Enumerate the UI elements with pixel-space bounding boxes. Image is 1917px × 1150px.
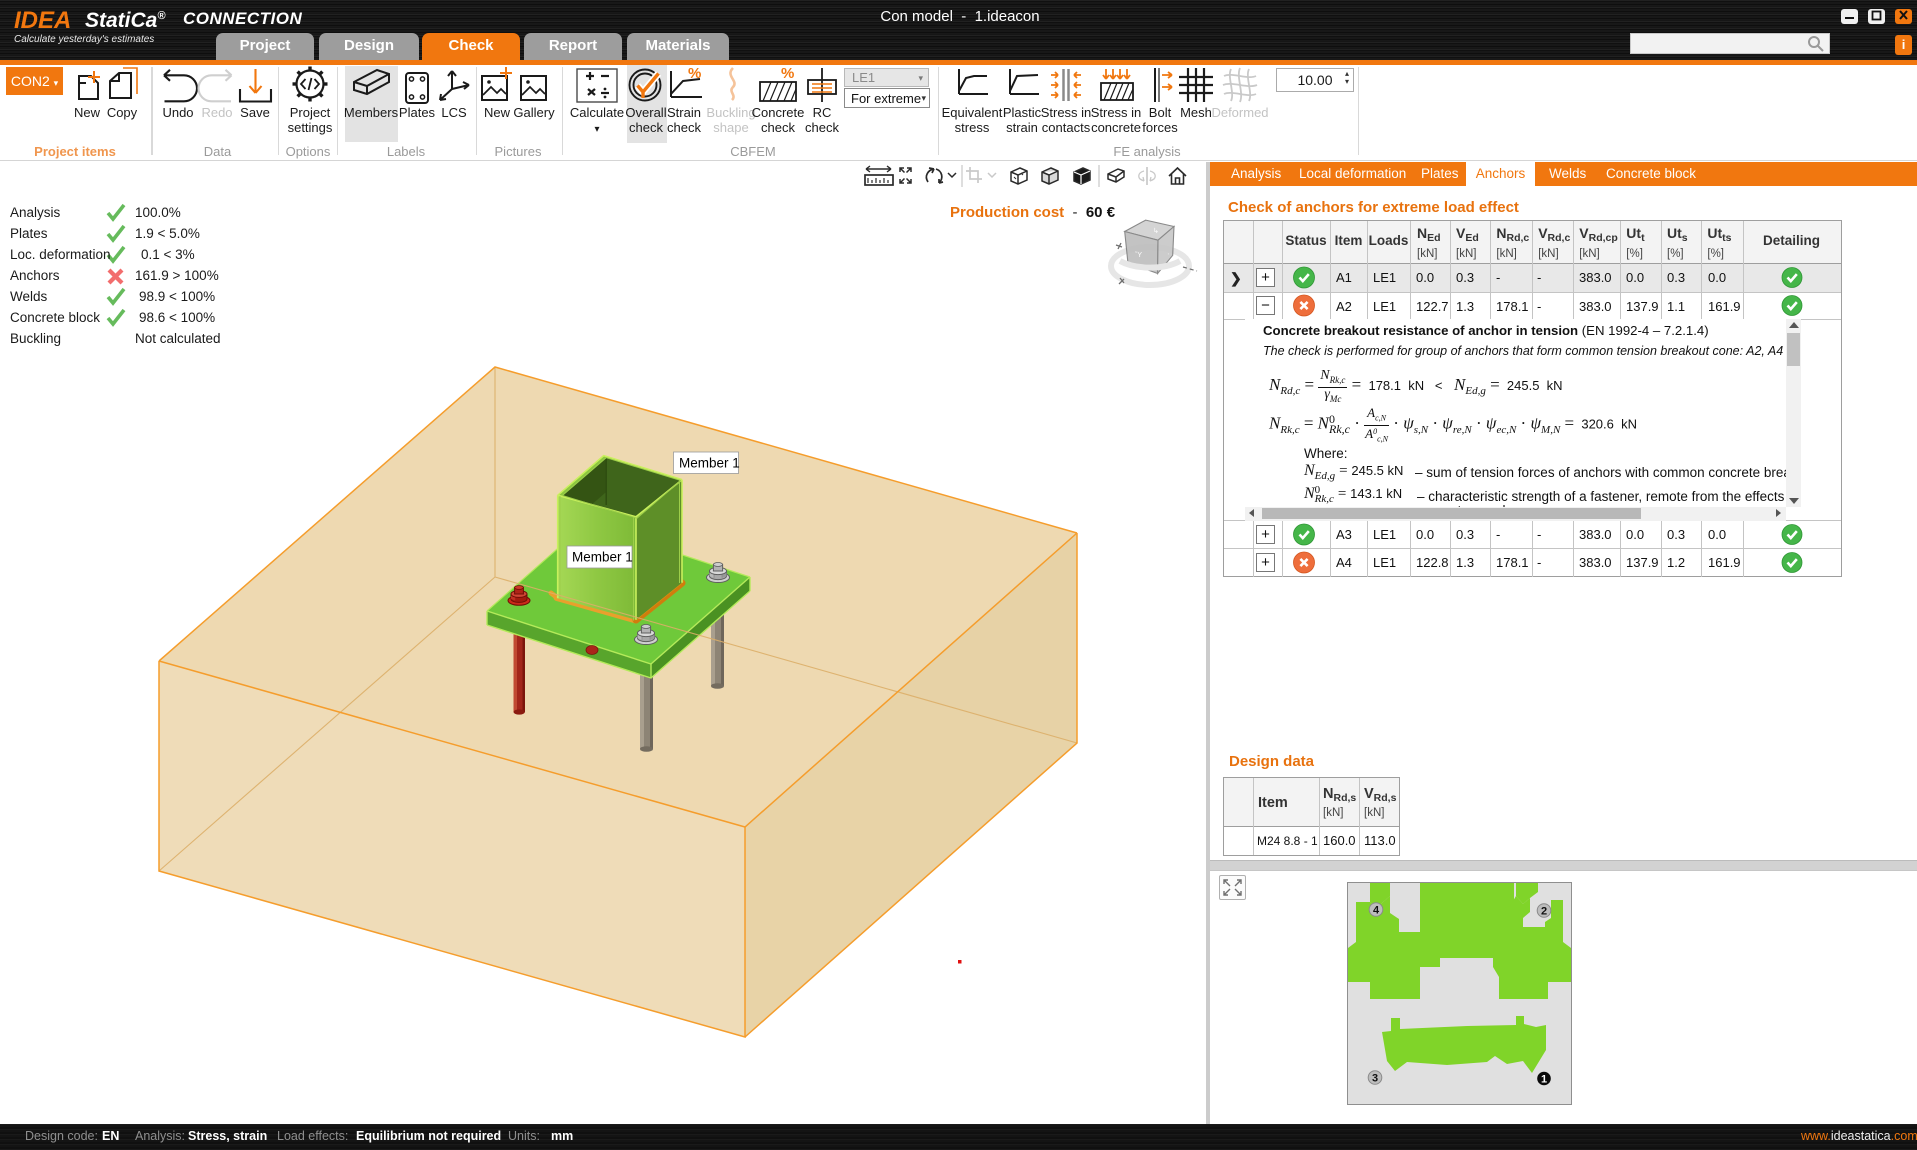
svg-text:1: 1 <box>1541 1074 1547 1086</box>
svg-text:ˌ: ˌ <box>1167 248 1169 255</box>
svg-text:4: 4 <box>1373 905 1380 917</box>
svg-text:↳: ↳ <box>1153 227 1159 235</box>
svg-text:3: 3 <box>1372 1073 1378 1085</box>
svg-text:%: % <box>688 65 701 82</box>
svg-text:2: 2 <box>1541 906 1547 918</box>
svg-text:%: % <box>781 65 794 82</box>
svg-text:Member 1: Member 1 <box>679 456 740 471</box>
svg-text:Member 1: Member 1 <box>572 550 633 565</box>
svg-text:ˇY: ˇY <box>1135 252 1142 259</box>
